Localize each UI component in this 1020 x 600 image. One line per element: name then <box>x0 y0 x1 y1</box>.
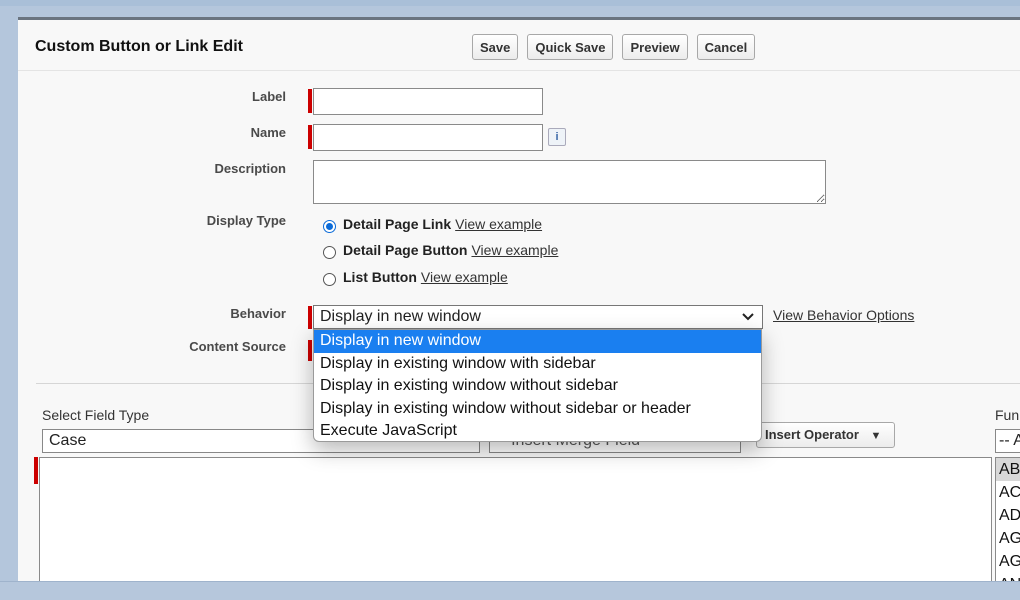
functions-category-select[interactable]: -- A <box>995 429 1020 453</box>
info-icon[interactable]: i <box>548 128 566 146</box>
edit-panel: Custom Button or Link Edit Save Quick Sa… <box>18 17 1020 581</box>
radio-label: Detail Page Button <box>343 242 468 258</box>
label-input[interactable] <box>313 88 543 115</box>
radio-label: Detail Page Link <box>343 216 452 232</box>
view-example-link[interactable]: View example <box>455 216 542 232</box>
behavior-option[interactable]: Display in existing window with sidebar <box>314 353 761 376</box>
name-input[interactable] <box>313 124 543 151</box>
window-top-strip <box>0 0 1020 6</box>
behavior-label: Behavior <box>230 306 286 321</box>
function-item[interactable]: AG <box>996 527 1020 550</box>
description-textarea[interactable] <box>313 160 826 204</box>
view-example-link[interactable]: View example <box>421 269 508 285</box>
name-field-label: Name <box>250 125 286 140</box>
display-type-option-list-button[interactable]: List Button View example <box>323 269 508 286</box>
page-title: Custom Button or Link Edit <box>35 38 243 55</box>
behavior-option[interactable]: Display in existing window without sideb… <box>314 398 761 421</box>
behavior-option[interactable]: Display in new window <box>314 330 761 353</box>
triangle-down-icon: ▼ <box>870 430 882 442</box>
radio-checked-icon[interactable] <box>323 219 336 233</box>
quick-save-button[interactable]: Quick Save <box>527 34 614 60</box>
description-field-label: Description <box>214 161 286 176</box>
behavior-option[interactable]: Execute JavaScript <box>314 420 761 441</box>
function-item[interactable]: AB <box>996 458 1020 481</box>
function-item[interactable]: AC <box>996 481 1020 504</box>
radio-unchecked-icon[interactable] <box>323 272 336 286</box>
behavior-dropdown-list[interactable]: Display in new window Display in existin… <box>313 329 762 442</box>
functions-list[interactable]: AB AC AD AG AG AN <box>995 457 1020 581</box>
formula-editor-textarea[interactable] <box>39 457 992 581</box>
required-indicator <box>308 89 312 113</box>
function-item[interactable]: AD <box>996 504 1020 527</box>
preview-button[interactable]: Preview <box>622 34 688 60</box>
cancel-button[interactable]: Cancel <box>696 34 756 60</box>
radio-unchecked-icon[interactable] <box>323 245 336 259</box>
label-field-label: Label <box>252 89 286 104</box>
save-button[interactable]: Save <box>472 34 519 60</box>
required-indicator <box>308 306 312 329</box>
insert-operator-button[interactable]: Insert Operator ▼ <box>756 422 895 448</box>
field-type-label: Select Field Type <box>42 407 150 423</box>
behavior-select[interactable]: Display in new window <box>313 305 763 329</box>
header-divider <box>18 70 1020 71</box>
toolbar: Save Quick Save Preview Cancel <box>472 34 756 60</box>
behavior-option[interactable]: Display in existing window without sideb… <box>314 375 761 398</box>
view-behavior-options-link[interactable]: View Behavior Options <box>773 307 914 323</box>
function-item[interactable]: AG <box>996 550 1020 573</box>
required-indicator <box>34 457 38 484</box>
required-indicator <box>308 340 312 361</box>
radio-label: List Button <box>343 269 417 285</box>
behavior-selected-value: Display in new window <box>320 308 481 325</box>
view-example-link[interactable]: View example <box>471 242 558 258</box>
display-type-option-detail-link[interactable]: Detail Page Link View example <box>323 216 542 233</box>
display-type-option-detail-button[interactable]: Detail Page Button View example <box>323 242 558 259</box>
required-indicator <box>308 125 312 149</box>
window-bottom-strip <box>0 581 1020 600</box>
display-type-label: Display Type <box>206 213 286 228</box>
content-source-label: Content Source <box>189 339 286 354</box>
functions-label: Fun <box>995 407 1020 423</box>
function-item[interactable]: AN <box>996 573 1020 581</box>
